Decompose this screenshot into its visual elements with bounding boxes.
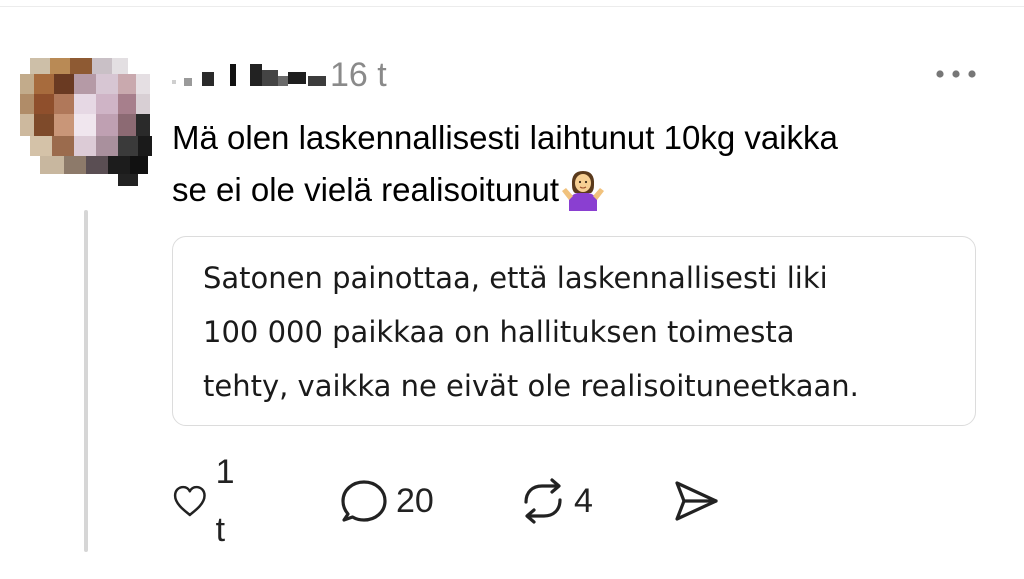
post-screen: 16 t Mä olen laskennallisesti laihtunut … [0, 0, 1024, 579]
woman-shrugging-icon [562, 171, 605, 211]
send-icon [675, 481, 718, 521]
repost-count: 4 [574, 482, 593, 520]
timestamp: 16 t [330, 56, 387, 94]
comment-icon [341, 480, 387, 522]
post-text: Mä olen laskennallisesti laihtunut 10kg … [172, 112, 972, 216]
like-count: 1 t [215, 453, 235, 549]
post-text-line: Mä olen laskennallisesti laihtunut 10kg … [172, 119, 838, 156]
more-dots-icon[interactable] [932, 64, 980, 84]
quote-card[interactable]: Satonen painottaa, että laskennallisesti… [172, 236, 976, 426]
username-redacted[interactable] [172, 58, 328, 94]
share-button[interactable] [672, 472, 720, 530]
like-button[interactable]: 1 t [172, 453, 245, 549]
reply-count: 20 [396, 482, 434, 520]
post-text-line: se ei ole vielä realisoitunut [172, 164, 972, 216]
quote-text: Satonen painottaa, että laskennallisesti… [203, 251, 963, 413]
thread-line [84, 210, 88, 552]
heart-icon [173, 485, 206, 517]
quote-text-line: 100 000 paikkaa on hallituksen toimesta [203, 315, 795, 349]
top-divider [0, 6, 1024, 7]
reply-button[interactable]: 20 [340, 472, 434, 530]
repost-icon [524, 478, 562, 524]
avatar[interactable] [20, 58, 152, 186]
post-text-segment: se ei ole vielä realisoitunut [172, 171, 560, 208]
repost-button[interactable]: 4 [520, 472, 593, 530]
quote-text-line: Satonen painottaa, että laskennallisesti… [203, 261, 828, 295]
quote-text-line: tehty, vaikka ne eivät ole realisoitunee… [203, 369, 859, 403]
